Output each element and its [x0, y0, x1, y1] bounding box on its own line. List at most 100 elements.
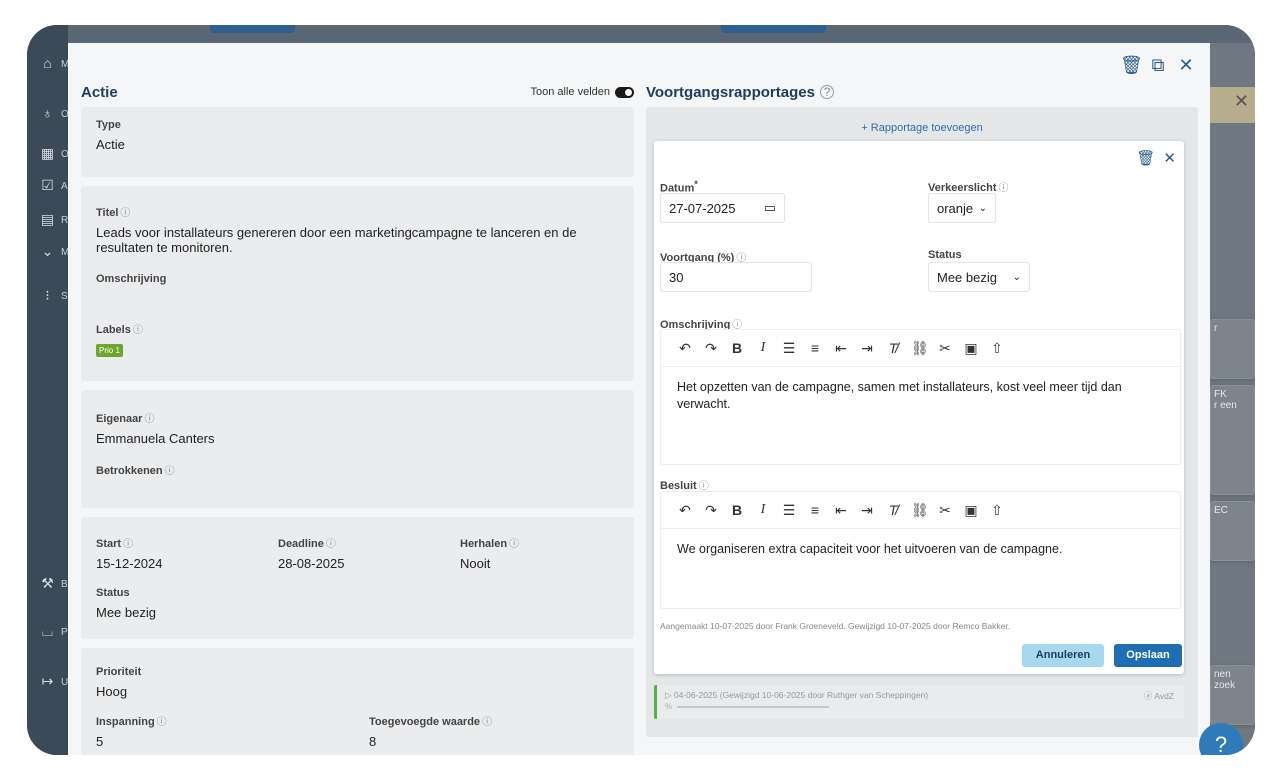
background-tab — [721, 25, 826, 33]
help-icon[interactable]: ⓘ — [326, 539, 336, 550]
start-value[interactable]: 15-12-2024 — [96, 556, 278, 571]
titel-label: Titel ⓘ — [96, 207, 131, 219]
app-frame: ⌂ M ♁ O ▦ O ☑ A ▤ R ⌄ M ⁝ S ⚒ B ⌴ P ↦ U … — [27, 25, 1255, 755]
background-tab — [210, 25, 295, 33]
omschrijving-label: Omschrijving — [96, 273, 167, 285]
verkeerslicht-select[interactable]: oranje ⌄ — [928, 193, 996, 223]
status-value[interactable]: Mee bezig — [96, 605, 619, 620]
upload-icon[interactable]: ⇧ — [989, 340, 1005, 357]
close-icon[interactable]: ✕ — [1176, 55, 1196, 75]
background-sidebar: ⌂ M ♁ O ▦ O ☑ A ▤ R ⌄ M ⁝ S ⚒ B ⌴ P ↦ U — [27, 25, 69, 755]
deadline-value[interactable]: 28-08-2025 — [278, 556, 460, 571]
help-icon[interactable]: ⓘ — [999, 183, 1009, 194]
bold-icon[interactable]: B — [729, 340, 745, 356]
undo-icon[interactable]: ↶ — [677, 340, 693, 357]
omschrijving-text[interactable]: Het opzetten van de campagne, samen met … — [661, 367, 1180, 425]
help-icon[interactable]: ⓘ — [157, 717, 167, 728]
inspanning-value[interactable]: 5 — [96, 734, 369, 749]
indent-icon[interactable]: ⇥ — [859, 340, 875, 357]
omschrijving-editor[interactable]: ↶ ↷ B I ☰ ≡ ⇤ ⇥ T̸ ⛓ ✂ ▣ ⇧ Het opzetten … — [660, 329, 1181, 465]
bold-icon[interactable]: B — [729, 502, 745, 518]
sidebar-label: B — [61, 579, 68, 590]
italic-icon[interactable]: I — [755, 340, 771, 356]
voortgang-input[interactable]: 30 — [660, 262, 812, 292]
prioriteit-value[interactable]: Hoog — [96, 684, 619, 699]
indent-icon[interactable]: ⇥ — [859, 502, 875, 519]
status-label: Status — [96, 587, 130, 599]
help-icon[interactable]: ⓘ — [133, 325, 143, 336]
unlink-icon[interactable]: ✂ — [937, 340, 953, 357]
trash-icon[interactable]: 🗑︎ — [1120, 55, 1143, 75]
image-icon[interactable]: ▣ — [963, 502, 979, 519]
help-icon[interactable]: ⓘ — [482, 717, 492, 728]
redo-icon[interactable]: ↷ — [703, 502, 719, 519]
voortgang-value: 30 — [669, 269, 684, 285]
besluit-text[interactable]: We organiseren extra capaciteit voor het… — [661, 529, 1180, 570]
add-report-link[interactable]: + Rapportage toevoegen — [646, 122, 1198, 134]
bullet-list-icon[interactable]: ☰ — [781, 340, 797, 357]
previous-report-initials: ⓐ AvdZ — [1143, 691, 1174, 701]
help-icon[interactable]: ⓘ — [144, 414, 154, 425]
label-tag[interactable]: Prio 1 — [96, 344, 123, 357]
bullet-list-icon[interactable]: ☰ — [781, 502, 797, 519]
background-card: r — [1210, 319, 1255, 379]
toegevoegde-waarde-value[interactable]: 8 — [369, 734, 569, 749]
calendar-icon[interactable]: ▭ — [764, 200, 776, 216]
clear-format-icon[interactable]: T̸ — [885, 502, 901, 518]
eigenaar-label: Eigenaar ⓘ — [96, 413, 155, 425]
numbered-list-icon[interactable]: ≡ — [807, 502, 823, 518]
audit-info: Aangemaakt 10-07-2025 door Frank Groenev… — [660, 621, 1011, 631]
outdent-icon[interactable]: ⇤ — [833, 340, 849, 357]
show-all-fields-toggle[interactable] — [615, 86, 634, 98]
numbered-list-icon[interactable]: ≡ — [807, 340, 823, 356]
type-value: Actie — [96, 137, 125, 152]
titel-value[interactable]: Leads voor installateurs genereren door … — [96, 225, 596, 255]
show-all-fields-label: Toon alle velden — [530, 86, 610, 98]
clear-format-icon[interactable]: T̸ — [885, 340, 901, 356]
herhalen-value[interactable]: Nooit — [460, 556, 620, 571]
besluit-label: Besluit ⓘ — [660, 480, 709, 492]
help-icon[interactable]: ⓘ — [120, 208, 130, 219]
editor-toolbar: ↶ ↷ B I ☰ ≡ ⇤ ⇥ T̸ ⛓ ✂ ▣ ⇧ — [661, 492, 1180, 529]
datum-input[interactable]: 27-07-2025 ▭ — [660, 193, 785, 223]
action-header: Actie Toon alle velden — [81, 77, 634, 107]
action-details: Actie Toon alle velden Type Actie Titel ⓘ… — [81, 77, 634, 755]
undo-icon[interactable]: ↶ — [677, 502, 693, 519]
status-value: Mee bezig — [937, 269, 997, 285]
italic-icon[interactable]: I — [755, 502, 771, 518]
report-form-card: 🗑︎ ✕ Datum* 27-07-2025 ▭ Verkeerslicht ⓘ … — [654, 141, 1184, 674]
editor-toolbar: ↶ ↷ B I ☰ ≡ ⇤ ⇥ T̸ ⛓ ✂ ▣ ⇧ — [661, 330, 1180, 367]
verkeerslicht-value: oranje — [937, 200, 974, 216]
link-icon[interactable]: ⛓ — [911, 502, 929, 519]
save-button[interactable]: Opslaan — [1114, 644, 1182, 667]
help-icon[interactable]: ⓘ — [509, 539, 519, 550]
help-icon[interactable]: ? — [819, 85, 834, 99]
status-label: Status — [928, 249, 962, 261]
priority-panel: Prioriteit Hoog Inspanning ⓘ 5 Toegevoegd… — [81, 648, 634, 755]
owner-panel: Eigenaar ⓘ Emmanuela Canters Betrokkenen ⓘ — [81, 390, 634, 508]
link-icon[interactable]: ⛓ — [911, 340, 929, 357]
sidebar-label: S — [61, 291, 68, 302]
upload-icon[interactable]: ⇧ — [989, 502, 1005, 519]
cancel-button[interactable]: Annuleren — [1022, 644, 1104, 667]
previous-report-progress-bar — [677, 706, 829, 708]
report-card-toolbar: 🗑︎ ✕ — [1136, 149, 1176, 167]
redo-icon[interactable]: ↷ — [703, 340, 719, 357]
close-icon[interactable]: ✕ — [1163, 149, 1176, 167]
sidebar-label: P — [61, 627, 68, 638]
previous-report-row[interactable]: ▷ 04-06-2025 (Gewijzigd 10-06-2025 door … — [654, 685, 1184, 719]
help-icon[interactable]: ⓘ — [123, 539, 133, 550]
image-icon[interactable]: ▣ — [963, 340, 979, 357]
status-select[interactable]: Mee bezig ⌄ — [928, 262, 1030, 292]
show-all-fields[interactable]: Toon alle velden — [530, 86, 634, 98]
eigenaar-value[interactable]: Emmanuela Canters — [96, 431, 619, 446]
background-right-cards: r FK r een EC nen zoek — [1210, 65, 1255, 755]
help-icon[interactable]: ⓘ — [165, 466, 175, 477]
unlink-icon[interactable]: ✂ — [937, 502, 953, 519]
verkeerslicht-label: Verkeerslicht ⓘ — [928, 182, 1009, 194]
trash-icon[interactable]: 🗑︎ — [1136, 149, 1155, 167]
besluit-editor[interactable]: ↶ ↷ B I ☰ ≡ ⇤ ⇥ T̸ ⛓ ✂ ▣ ⇧ We organisere… — [660, 491, 1181, 609]
toegevoegde-waarde-label: Toegevoegde waarde ⓘ — [369, 716, 493, 728]
window-icon[interactable]: ⧉ — [1148, 55, 1168, 75]
outdent-icon[interactable]: ⇤ — [833, 502, 849, 519]
